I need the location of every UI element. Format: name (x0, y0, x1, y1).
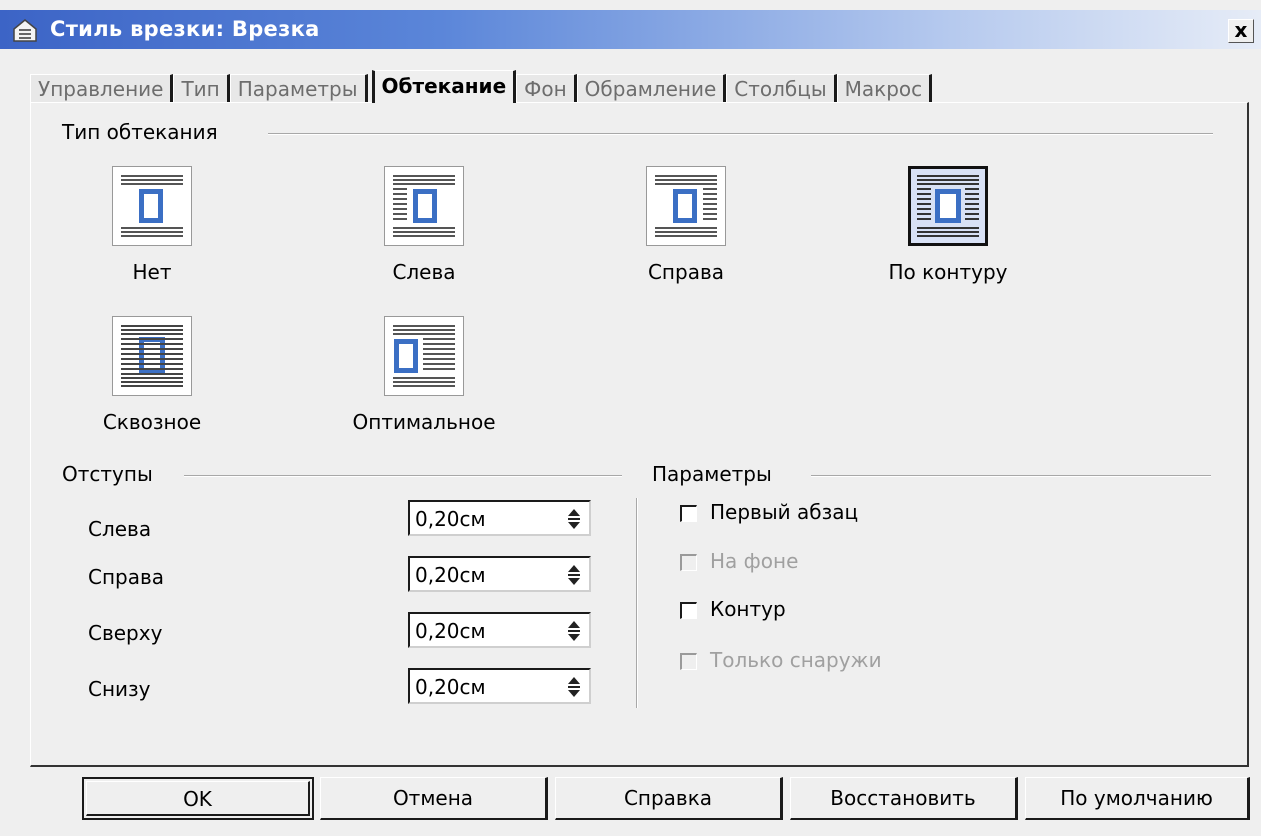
wrap-contour-icon (908, 166, 988, 246)
spacing-left-label: Слева (88, 517, 152, 541)
wrap-option-optimal[interactable]: Оптимальное (334, 316, 514, 446)
spin-arrows-icon[interactable] (567, 508, 581, 530)
checkbox-box[interactable] (680, 602, 697, 619)
tab-borders[interactable]: Обрамление (576, 74, 727, 103)
outside-only-label: Только снаружи (710, 648, 882, 672)
wrap-none-label: Нет (132, 260, 172, 284)
spacing-right-label: Справа (88, 565, 165, 589)
title-bar: Стиль врезки: Врезка x (0, 10, 1261, 49)
ok-button-label: OK (86, 781, 310, 816)
spacing-bottom-label: Снизу (88, 677, 151, 701)
tab-management[interactable]: Управление (30, 74, 174, 103)
app-icon (12, 17, 38, 43)
spacing-left-field[interactable] (408, 500, 591, 536)
wrap-contour-label: По контуру (888, 260, 1008, 284)
tab-options[interactable]: Параметры (229, 74, 368, 103)
first-paragraph-label: Первый абзац (710, 500, 859, 524)
wrap-type-divider (268, 133, 1213, 135)
spacing-top-input[interactable] (415, 619, 555, 643)
wrap-none-icon (112, 166, 192, 246)
wrap-through-label: Сквозное (102, 410, 202, 434)
spacing-bottom-field[interactable] (408, 668, 591, 704)
wrap-optimal-label: Оптимальное (352, 410, 496, 434)
spacing-title: Отступы (62, 462, 153, 486)
wrap-option-none[interactable]: Нет (62, 166, 242, 296)
wrap-left-icon (384, 166, 464, 246)
wrap-option-right[interactable]: Справа (596, 166, 776, 296)
spacing-left-input[interactable] (415, 507, 555, 531)
spacing-divider (184, 475, 622, 477)
window-title: Стиль врезки: Врезка (50, 17, 320, 41)
wrap-type-title: Тип обтекания (62, 120, 218, 144)
spacing-right-input[interactable] (415, 563, 555, 587)
wrap-right-icon (646, 166, 726, 246)
spacing-top-label: Сверху (88, 621, 163, 645)
tab-macro[interactable]: Макрос (836, 74, 933, 103)
checkbox-box (680, 653, 697, 670)
group-separator (636, 498, 638, 708)
reset-button[interactable]: Восстановить (790, 777, 1018, 820)
options-divider (811, 475, 1211, 477)
wrap-right-label: Справа (647, 260, 725, 284)
spacing-right-field[interactable] (408, 556, 591, 592)
wrap-option-through[interactable]: Сквозное (62, 316, 242, 446)
standard-button[interactable]: По умолчанию (1025, 777, 1250, 820)
contour-label: Контур (710, 597, 786, 621)
checkbox-box[interactable] (680, 505, 697, 522)
options-title: Параметры (652, 462, 772, 486)
tab-wrap[interactable]: Обтекание (371, 70, 517, 103)
spin-arrows-icon[interactable] (567, 676, 581, 698)
checkbox-box (680, 554, 697, 571)
spin-arrows-icon[interactable] (567, 564, 581, 586)
tab-type[interactable]: Тип (173, 74, 230, 103)
help-button[interactable]: Справка (555, 777, 783, 820)
wrap-option-contour[interactable]: По контуру (858, 166, 1038, 296)
tab-background[interactable]: Фон (516, 74, 577, 103)
wrap-left-label: Слева (392, 260, 456, 284)
in-background-label: На фоне (710, 549, 799, 573)
wrap-through-icon (112, 316, 192, 396)
close-icon: x (1234, 18, 1248, 42)
tab-bar: Управление Тип Параметры Обтекание Фон Обрамл… (30, 70, 933, 103)
spin-arrows-icon[interactable] (567, 620, 581, 642)
wrap-option-left[interactable]: Слева (334, 166, 514, 296)
cancel-button[interactable]: Отмена (320, 777, 548, 820)
dialog-window: Стиль врезки: Врезка x Управление Тип Пара… (0, 0, 1261, 836)
ok-button[interactable]: OK (82, 777, 314, 820)
spacing-bottom-input[interactable] (415, 675, 555, 699)
spacing-top-field[interactable] (408, 612, 591, 648)
close-button[interactable]: x (1228, 19, 1254, 43)
wrap-optimal-icon (384, 316, 464, 396)
tab-columns[interactable]: Столбцы (726, 74, 837, 103)
